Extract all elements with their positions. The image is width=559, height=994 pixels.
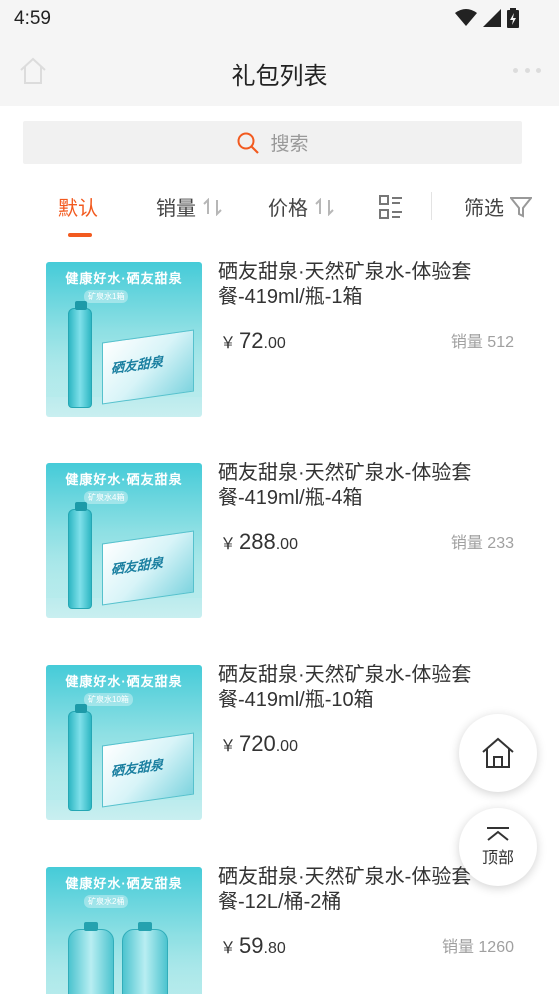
battery-icon bbox=[507, 8, 519, 28]
box-graphic: 硒友甜泉 bbox=[102, 732, 194, 808]
status-time: 4:59 bbox=[14, 8, 51, 29]
product-image: 健康好水·硒友甜泉 矿泉水1箱 硒友甜泉 bbox=[46, 262, 202, 417]
product-price: ￥ 288.00 bbox=[220, 529, 298, 554]
tab-default[interactable]: 默认 bbox=[58, 192, 98, 221]
product-card[interactable]: 健康好水·硒友甜泉 矿泉水4箱 硒友甜泉 硒友甜泉·天然矿泉水-体验套餐-419… bbox=[0, 462, 559, 623]
bottle-graphic bbox=[68, 704, 92, 811]
status-icons bbox=[455, 8, 519, 28]
product-price: ￥ 72.00 bbox=[220, 328, 286, 353]
product-image: 健康好水·硒友甜泉 矿泉水4箱 硒友甜泉 bbox=[46, 463, 202, 618]
jug-graphic bbox=[68, 922, 114, 994]
layout-toggle-icon[interactable] bbox=[378, 194, 404, 220]
product-name: 硒友甜泉·天然矿泉水-体验套餐-419ml/瓶-10箱 bbox=[218, 664, 472, 711]
wifi-icon bbox=[455, 9, 477, 26]
jug-graphic bbox=[122, 922, 168, 994]
bottle-graphic bbox=[68, 301, 92, 408]
product-name: 硒友甜泉·天然矿泉水-体验套餐-419ml/瓶-1箱 bbox=[218, 261, 472, 308]
product-image: 健康好水·硒友甜泉 矿泉水2桶 bbox=[46, 867, 202, 994]
more-icon[interactable] bbox=[513, 68, 541, 76]
filter-icon bbox=[510, 196, 532, 218]
product-card[interactable]: 健康好水·硒友甜泉 矿泉水2桶 硒友甜泉·天然矿泉水-体验套餐-12L/桶-2桶… bbox=[0, 866, 559, 994]
box-graphic: 硒友甜泉 bbox=[102, 329, 194, 405]
tab-price-label: 价格 bbox=[268, 198, 308, 220]
product-sales: 销量 233 bbox=[450, 535, 514, 552]
tab-default-label: 默认 bbox=[58, 198, 98, 220]
status-bar: 4:59 bbox=[0, 0, 559, 38]
sort-tabs: 默认 销量 价格 筛选 bbox=[0, 180, 559, 240]
signal-icon bbox=[483, 9, 501, 27]
tab-filter[interactable]: 筛选 bbox=[464, 192, 532, 221]
tab-divider bbox=[431, 192, 432, 220]
home-icon bbox=[482, 737, 514, 768]
back-to-top-button[interactable]: 顶部 bbox=[459, 808, 537, 886]
product-price: ￥ 59.80 bbox=[220, 933, 286, 958]
product-image: 健康好水·硒友甜泉 矿泉水10箱 硒友甜泉 bbox=[46, 665, 202, 820]
title-bar: 礼包列表 bbox=[0, 38, 559, 106]
sort-icon bbox=[203, 197, 222, 216]
arrow-up-icon bbox=[487, 827, 509, 841]
bottle-graphic bbox=[68, 502, 92, 609]
back-to-top-label: 顶部 bbox=[481, 850, 514, 867]
tab-sales-label: 销量 bbox=[156, 198, 196, 220]
product-card[interactable]: 健康好水·硒友甜泉 矿泉水1箱 硒友甜泉 硒友甜泉·天然矿泉水-体验套餐-419… bbox=[0, 261, 559, 422]
product-sales: 销量 1260 bbox=[441, 939, 514, 956]
search-placeholder: 搜索 bbox=[270, 134, 309, 155]
search-input[interactable]: 搜索 bbox=[23, 121, 522, 164]
product-name: 硒友甜泉·天然矿泉水-体验套餐-12L/桶-2桶 bbox=[218, 866, 472, 913]
product-sales: 销量 512 bbox=[450, 334, 514, 351]
sort-icon bbox=[315, 197, 334, 216]
product-name: 硒友甜泉·天然矿泉水-体验套餐-419ml/瓶-4箱 bbox=[218, 462, 472, 509]
tab-active-indicator bbox=[68, 233, 92, 237]
box-graphic: 硒友甜泉 bbox=[102, 530, 194, 606]
floating-home-button[interactable] bbox=[459, 714, 537, 792]
tab-sales[interactable]: 销量 bbox=[156, 192, 224, 221]
product-price: ￥ 720.00 bbox=[220, 731, 298, 756]
page-title: 礼包列表 bbox=[231, 63, 328, 90]
tab-filter-label: 筛选 bbox=[464, 198, 504, 220]
tab-price[interactable]: 价格 bbox=[268, 192, 336, 221]
search-icon bbox=[237, 132, 260, 154]
